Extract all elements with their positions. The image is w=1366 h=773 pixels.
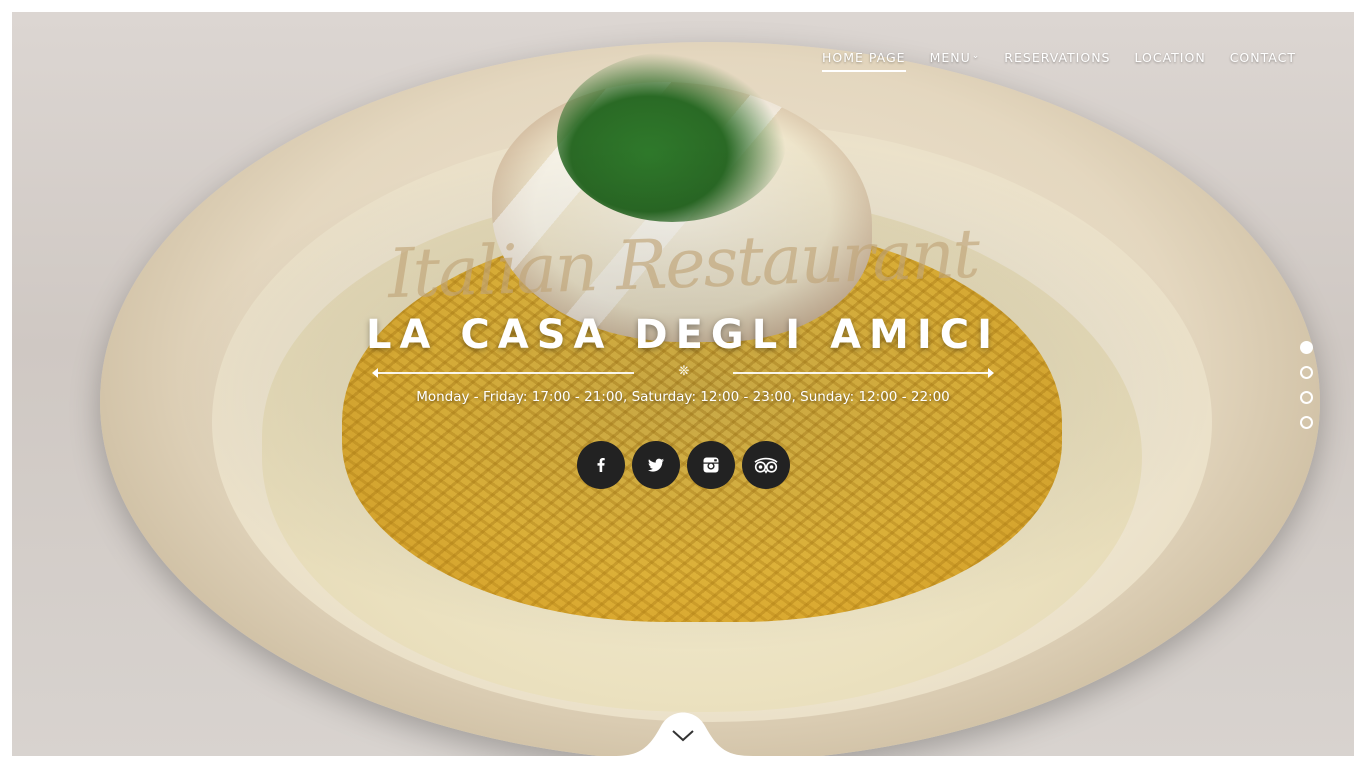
twitter-icon xyxy=(646,455,666,475)
divider-arrow-right xyxy=(988,368,994,378)
slider-dot-1[interactable] xyxy=(1300,341,1313,354)
nav-contact[interactable]: CONTACT xyxy=(1218,50,1308,69)
main-nav: HOME PAGE MENU⌄ RESERVATIONS LOCATION CO… xyxy=(810,50,1366,72)
divider-line-left xyxy=(376,372,634,374)
facebook-icon xyxy=(591,455,611,475)
divider-line-right xyxy=(733,372,991,374)
instagram-icon xyxy=(701,455,721,475)
nav-menu[interactable]: MENU⌄ xyxy=(918,50,993,69)
tripadvisor-button[interactable] xyxy=(742,441,790,489)
twitter-button[interactable] xyxy=(632,441,680,489)
divider-ornament-icon: ❊ xyxy=(678,364,690,379)
hero-section xyxy=(12,12,1354,756)
social-links xyxy=(577,441,790,489)
slider-dot-4[interactable] xyxy=(1300,416,1313,429)
instagram-button[interactable] xyxy=(687,441,735,489)
slider-dot-3[interactable] xyxy=(1300,391,1313,404)
opening-hours: Monday - Friday: 17:00 - 21:00, Saturday… xyxy=(416,389,950,405)
slider-dot-2[interactable] xyxy=(1300,366,1313,379)
chevron-down-icon: ⌄ xyxy=(971,51,981,61)
nav-reservations[interactable]: RESERVATIONS xyxy=(992,50,1122,69)
scroll-down-button[interactable] xyxy=(613,706,753,768)
nav-home-page[interactable]: HOME PAGE xyxy=(810,50,918,72)
tripadvisor-icon xyxy=(752,455,780,475)
slider-pagination xyxy=(1300,341,1313,429)
nav-location[interactable]: LOCATION xyxy=(1123,50,1218,69)
page-title: LA CASA DEGLI AMICI xyxy=(366,312,1000,358)
facebook-button[interactable] xyxy=(577,441,625,489)
